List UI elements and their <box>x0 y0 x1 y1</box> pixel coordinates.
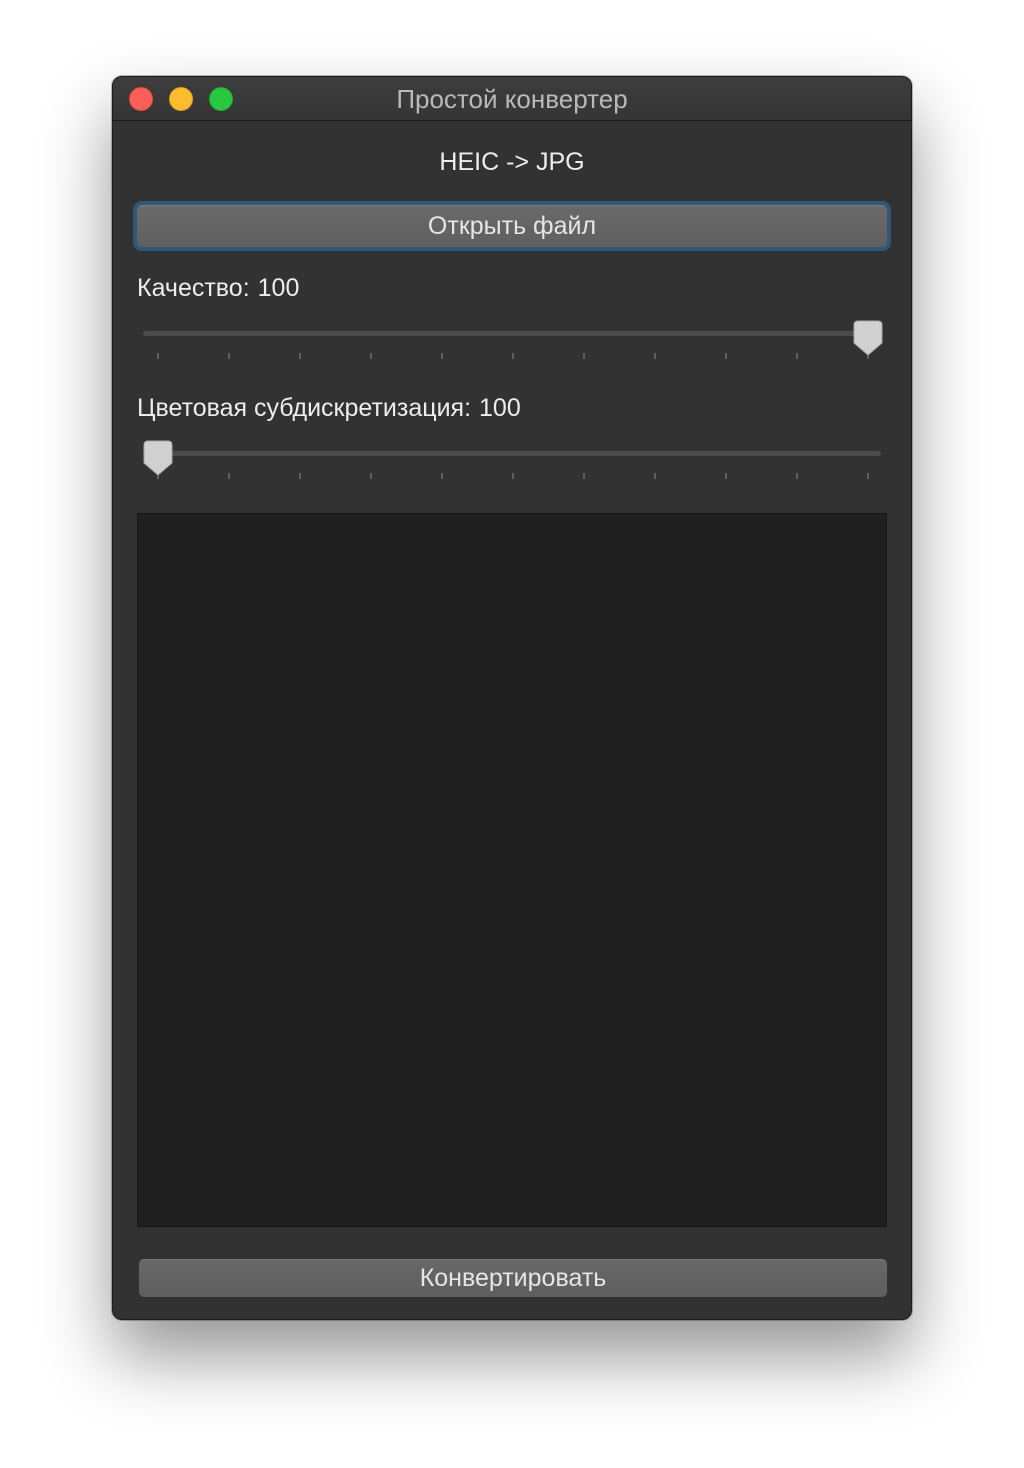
quality-label-row: Качество: 100 <box>137 273 299 303</box>
quality-value: 100 <box>257 274 300 302</box>
quality-slider-ticks <box>157 353 869 359</box>
chroma-subsampling-slider[interactable] <box>137 423 887 483</box>
chroma-slider-graphic <box>143 440 881 479</box>
chroma-slider-thumb[interactable] <box>143 440 173 476</box>
chroma-slider-ticks <box>157 473 869 479</box>
chroma-label-row: Цветовая субдискретизация: 100 <box>137 393 521 423</box>
app-window: Простой конвертер HEIC -> JPG Открыть фа… <box>112 76 912 1320</box>
chroma-subsampling-value: 100 <box>479 394 521 422</box>
conversion-heading: HEIC -> JPG <box>439 148 585 176</box>
quality-slider-graphic <box>143 320 883 359</box>
window-title: Простой конвертер <box>396 84 628 114</box>
convert-button[interactable]: Конвертировать <box>139 1259 887 1297</box>
desktop-background: Простой конвертер HEIC -> JPG Открыть фа… <box>0 0 1024 1468</box>
quality-slider[interactable] <box>137 303 887 363</box>
chroma-slider-track <box>143 451 881 456</box>
quality-slider-thumb[interactable] <box>853 320 883 356</box>
chroma-subsampling-label: Цветовая субдискретизация: <box>137 394 472 422</box>
image-preview-area <box>137 513 887 1227</box>
quality-slider-track <box>143 331 881 336</box>
open-file-button[interactable]: Открыть файл <box>133 201 891 251</box>
quality-label: Качество: <box>137 274 250 302</box>
title-bar[interactable]: Простой конвертер <box>113 77 911 121</box>
open-file-button-label: Открыть файл <box>137 205 887 247</box>
